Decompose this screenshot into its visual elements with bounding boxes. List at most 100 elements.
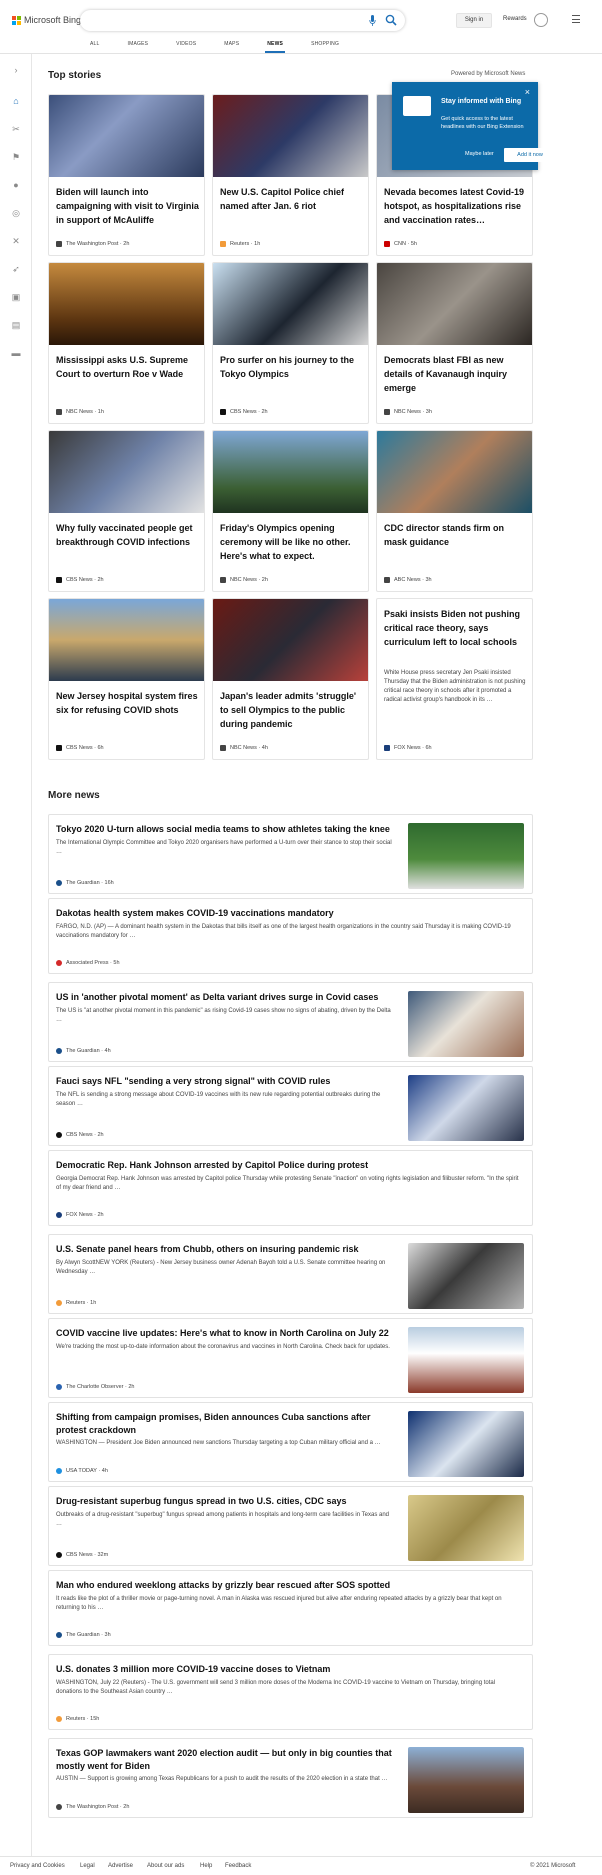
news-row[interactable]: Dakotas health system makes COVID-19 vac… <box>48 898 533 974</box>
story-title[interactable]: Biden will launch into campaigning with … <box>56 185 201 227</box>
news-title[interactable]: Texas GOP lawmakers want 2020 election a… <box>56 1747 396 1773</box>
news-title[interactable]: Shifting from campaign promises, Biden a… <box>56 1411 396 1437</box>
rocket-icon[interactable]: ➶ <box>11 264 21 274</box>
tab-videos[interactable]: VIDEOS <box>176 41 196 53</box>
bing-logo[interactable]: Microsoft Bing <box>12 15 81 25</box>
news-thumbnail[interactable] <box>408 1495 524 1561</box>
story-image[interactable] <box>213 95 368 177</box>
card-icon[interactable]: ▬ <box>11 348 21 358</box>
news-title[interactable]: US in 'another pivotal moment' as Delta … <box>56 991 396 1004</box>
news-title[interactable]: Drug-resistant superbug fungus spread in… <box>56 1495 396 1508</box>
tab-news[interactable]: NEWS <box>265 41 285 53</box>
microphone-icon[interactable] <box>369 15 376 26</box>
footer-link-about-ads[interactable]: About our ads <box>147 1863 184 1869</box>
menu-icon[interactable] <box>572 15 580 24</box>
story-image[interactable] <box>213 599 368 681</box>
story-card[interactable]: Japan's leader admits 'struggle' to sell… <box>212 598 369 760</box>
expand-icon[interactable]: › <box>11 65 21 75</box>
news-row[interactable]: Tokyo 2020 U-turn allows social media te… <box>48 814 533 894</box>
story-title[interactable]: Pro surfer on his journey to the Tokyo O… <box>220 353 365 381</box>
close-icon[interactable]: × <box>525 87 530 97</box>
news-row[interactable]: Drug-resistant superbug fungus spread in… <box>48 1486 533 1566</box>
story-image[interactable] <box>377 431 532 513</box>
maybe-later-button[interactable]: Maybe later <box>465 151 494 157</box>
briefcase-icon[interactable]: ▤ <box>11 320 21 330</box>
search-icon[interactable] <box>385 14 397 26</box>
news-title[interactable]: U.S. Senate panel hears from Chubb, othe… <box>56 1243 396 1256</box>
story-card[interactable]: Friday's Olympics opening ceremony will … <box>212 430 369 592</box>
story-title[interactable]: Friday's Olympics opening ceremony will … <box>220 521 365 563</box>
tab-maps[interactable]: MAPS <box>224 41 239 53</box>
story-title[interactable]: Mississippi asks U.S. Supreme Court to o… <box>56 353 201 381</box>
news-thumbnail[interactable] <box>408 991 524 1057</box>
story-title[interactable]: CDC director stands firm on mask guidanc… <box>384 521 529 549</box>
news-row[interactable]: Democratic Rep. Hank Johnson arrested by… <box>48 1150 533 1226</box>
news-thumbnail[interactable] <box>408 823 524 889</box>
scissors-icon[interactable]: ✂ <box>11 124 21 134</box>
story-title[interactable]: Democrats blast FBI as new details of Ka… <box>384 353 529 395</box>
sign-in-button[interactable]: Sign in <box>456 13 492 28</box>
footer-link-help[interactable]: Help <box>200 1863 212 1869</box>
news-title[interactable]: Democratic Rep. Hank Johnson arrested by… <box>56 1159 521 1172</box>
news-thumbnail[interactable] <box>408 1747 524 1813</box>
footer-link-advertise[interactable]: Advertise <box>108 1863 133 1869</box>
globe-icon[interactable]: ◎ <box>11 208 21 218</box>
news-row[interactable]: Man who endured weeklong attacks by griz… <box>48 1570 533 1646</box>
story-card[interactable]: New U.S. Capitol Police chief named afte… <box>212 94 369 256</box>
story-image[interactable] <box>377 263 532 345</box>
story-title[interactable]: New U.S. Capitol Police chief named afte… <box>220 185 365 213</box>
story-card[interactable]: Why fully vaccinated people get breakthr… <box>48 430 205 592</box>
tab-images[interactable]: IMAGES <box>128 41 149 53</box>
story-title[interactable]: Nevada becomes latest Covid-19 hotspot, … <box>384 185 529 227</box>
location-icon[interactable]: ● <box>11 180 21 190</box>
story-card[interactable]: Biden will launch into campaigning with … <box>48 94 205 256</box>
news-row[interactable]: Shifting from campaign promises, Biden a… <box>48 1402 533 1482</box>
story-image[interactable] <box>49 431 204 513</box>
story-card[interactable]: Psaki insists Biden not pushing critical… <box>376 598 533 760</box>
news-title[interactable]: Fauci says NFL "sending a very strong si… <box>56 1075 396 1088</box>
story-image[interactable] <box>49 599 204 681</box>
news-title[interactable]: Man who endured weeklong attacks by griz… <box>56 1579 521 1592</box>
news-row[interactable]: US in 'another pivotal moment' as Delta … <box>48 982 533 1062</box>
news-thumbnail[interactable] <box>408 1075 524 1141</box>
footer-link-privacy[interactable]: Privacy and Cookies <box>10 1863 65 1869</box>
story-card[interactable]: Mississippi asks U.S. Supreme Court to o… <box>48 262 205 424</box>
news-row[interactable]: U.S. Senate panel hears from Chubb, othe… <box>48 1234 533 1314</box>
news-title[interactable]: Tokyo 2020 U-turn allows social media te… <box>56 823 396 836</box>
news-row[interactable]: U.S. donates 3 million more COVID-19 vac… <box>48 1654 533 1730</box>
footer-link-feedback[interactable]: Feedback <box>225 1863 251 1869</box>
story-title[interactable]: Why fully vaccinated people get breakthr… <box>56 521 201 549</box>
tab-all[interactable]: ALL <box>90 41 100 53</box>
news-thumbnail[interactable] <box>408 1327 524 1393</box>
story-image[interactable] <box>49 263 204 345</box>
flag-icon[interactable]: ⚑ <box>11 152 21 162</box>
news-thumbnail[interactable] <box>408 1411 524 1477</box>
home-icon[interactable]: ⌂ <box>11 96 21 106</box>
story-title[interactable]: New Jersey hospital system fires six for… <box>56 689 201 717</box>
tab-shopping[interactable]: SHOPPING <box>311 41 339 53</box>
news-row[interactable]: Fauci says NFL "sending a very strong si… <box>48 1066 533 1146</box>
trophy-icon[interactable] <box>534 13 548 27</box>
add-it-now-button[interactable]: Add it now <box>504 148 556 162</box>
news-title[interactable]: U.S. donates 3 million more COVID-19 vac… <box>56 1663 521 1676</box>
footer-link-legal[interactable]: Legal <box>80 1863 95 1869</box>
story-card[interactable]: CDC director stands firm on mask guidanc… <box>376 430 533 592</box>
story-image[interactable] <box>213 263 368 345</box>
tools-icon[interactable]: ✕ <box>11 236 21 246</box>
search-input[interactable] <box>80 10 405 31</box>
story-title[interactable]: Japan's leader admits 'struggle' to sell… <box>220 689 365 731</box>
story-card[interactable]: Pro surfer on his journey to the Tokyo O… <box>212 262 369 424</box>
news-thumbnail[interactable] <box>408 1243 524 1309</box>
news-row[interactable]: COVID vaccine live updates: Here's what … <box>48 1318 533 1398</box>
video-icon[interactable]: ▣ <box>11 292 21 302</box>
news-row[interactable]: Texas GOP lawmakers want 2020 election a… <box>48 1738 533 1818</box>
story-image[interactable] <box>49 95 204 177</box>
story-card[interactable]: Democrats blast FBI as new details of Ka… <box>376 262 533 424</box>
story-image[interactable] <box>213 431 368 513</box>
news-title[interactable]: COVID vaccine live updates: Here's what … <box>56 1327 396 1340</box>
story-card[interactable]: New Jersey hospital system fires six for… <box>48 598 205 760</box>
rewards-link[interactable]: Rewards <box>503 16 527 22</box>
source-logo-icon <box>56 1132 62 1138</box>
story-title[interactable]: Psaki insists Biden not pushing critical… <box>384 607 529 649</box>
news-title[interactable]: Dakotas health system makes COVID-19 vac… <box>56 907 521 920</box>
